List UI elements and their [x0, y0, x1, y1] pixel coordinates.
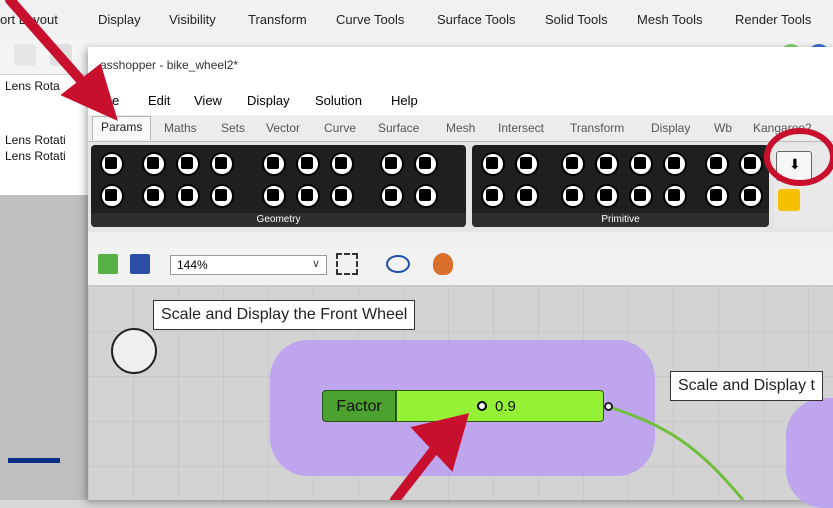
annotation-overlay [5, 0, 833, 500]
red-circle-highlight [764, 128, 833, 186]
red-arrow-bottom [390, 413, 470, 500]
red-arrow-top [5, 0, 118, 122]
